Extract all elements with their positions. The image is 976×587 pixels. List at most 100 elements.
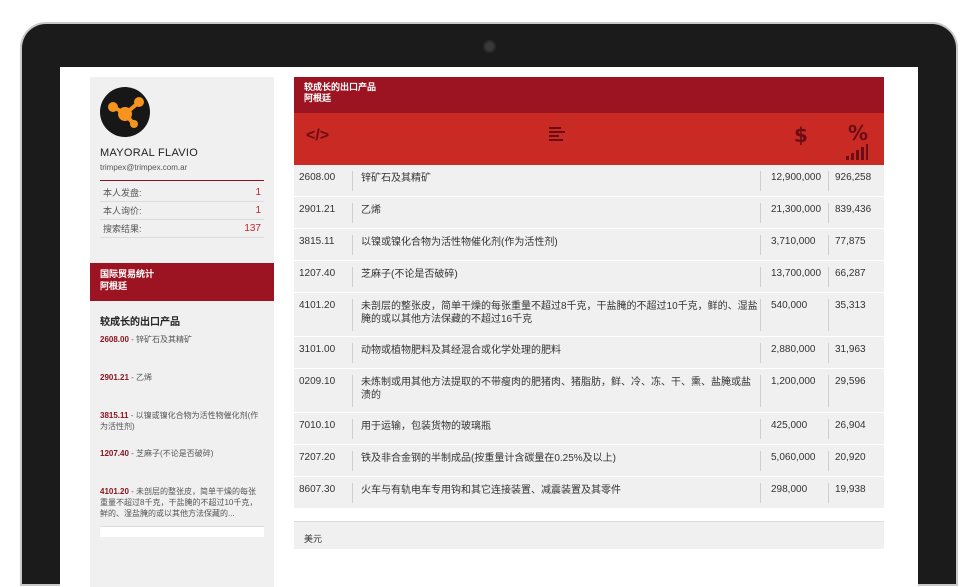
cell-desc: 铁及非合金钢的半制成品(按重量计含碳量在0.25%及以上) [352, 451, 760, 471]
cell-value: 21,300,000 [760, 203, 828, 223]
stat-label: 本人发盘: [103, 188, 142, 198]
stat-offers[interactable]: 本人发盘: 1 [100, 184, 264, 202]
cell-code: 3101.00 [299, 344, 336, 355]
stat-label: 搜索结果: [103, 224, 142, 234]
cell-code: 7207.20 [299, 452, 336, 463]
cell-code: 0209.10 [299, 376, 336, 387]
product-desc: - 锌矿石及其精矿 [128, 335, 193, 344]
product-desc: - 芝麻子(不论是否破碎) [128, 449, 214, 458]
stat-label: 本人询价: [103, 206, 142, 216]
table-row[interactable]: 2608.00 锌矿石及其精矿 12,900,000 926,258 [294, 165, 884, 197]
cell-desc: 用于运输，包装货物的玻璃瓶 [352, 419, 760, 439]
cell-code: 3815.11 [299, 236, 335, 247]
table-row[interactable]: 7207.20 铁及非合金钢的半制成品(按重量计含碳量在0.25%及以上) 5,… [294, 445, 884, 477]
cell-value: 298,000 [760, 483, 828, 503]
main-header-title: 较成长的出口产品 [304, 82, 377, 92]
cell-code: 2608.00 [299, 172, 336, 183]
table-row[interactable]: 2901.21 乙烯 21,300,000 839,436 [294, 197, 884, 229]
cell-pct: 77,875 [828, 235, 884, 255]
profile-name: MAYORAL FLAVIO [100, 147, 199, 159]
table-row[interactable]: 7010.10 用于运输，包装货物的玻璃瓶 425,000 26,904 [294, 413, 884, 445]
cell-pct: 29,596 [828, 375, 884, 407]
cell-desc: 乙烯 [352, 203, 760, 223]
cell-pct: 20,920 [828, 451, 884, 471]
cell-code: 4101.20 [299, 300, 336, 311]
main-header-country: 阿根廷 [304, 93, 332, 103]
sidebar-bottom-divider [100, 526, 264, 537]
cell-code: 2901.21 [299, 204, 336, 215]
screen: MAYORAL FLAVIO trimpex@trimpex.com.ar 本人… [60, 67, 918, 587]
product-code: 2608.00 [100, 335, 129, 344]
cell-value: 3,710,000 [760, 235, 828, 255]
main-panel: 较成长的出口产品 阿根廷 </> $ % 2608.00 锌矿石及其精矿 12,… [294, 77, 884, 587]
cell-pct: 66,287 [828, 267, 884, 287]
stat-inquiries[interactable]: 本人询价: 1 [100, 202, 264, 220]
table-row[interactable]: 8607.30 火车与有轨电车专用钩和其它连接装置、减震装置及其零件 298,0… [294, 477, 884, 509]
table-row[interactable]: 3101.00 动物或植物肥料及其经混合或化学处理的肥料 2,880,000 3… [294, 337, 884, 369]
cell-desc: 火车与有轨电车专用钩和其它连接装置、减震装置及其零件 [352, 483, 760, 503]
cell-value: 540,000 [760, 299, 828, 331]
currency-unit-label: 美元 [294, 521, 884, 549]
cell-value: 425,000 [760, 419, 828, 439]
cell-desc: 动物或植物肥料及其经混合或化学处理的肥料 [352, 343, 760, 363]
cell-pct: 35,313 [828, 299, 884, 331]
profile-email: trimpex@trimpex.com.ar [100, 163, 188, 172]
cell-code: 7010.10 [299, 420, 336, 431]
stat-value: 137 [244, 223, 261, 234]
profile-divider [100, 180, 264, 181]
code-icon[interactable]: </> [306, 127, 329, 145]
cell-desc: 锌矿石及其精矿 [352, 171, 760, 191]
sidebar-product-item[interactable]: 4101.20 - 未剖层的整张皮，简单干燥的每张重量不超过8千克，干盐腌的不超… [90, 486, 274, 522]
table-row[interactable]: 4101.20 未剖层的整张皮，简单干燥的每张重量不超过8千克，干盐腌的不超过1… [294, 293, 884, 337]
main-header: 较成长的出口产品 阿根廷 [294, 77, 884, 113]
bars-icon [846, 144, 868, 165]
sidebar-product-item[interactable]: 2901.21 - 乙烯 [90, 372, 274, 410]
cell-value: 5,060,000 [760, 451, 828, 471]
cell-value: 2,880,000 [760, 343, 828, 363]
percent-icon[interactable]: % [848, 121, 868, 145]
cell-value: 13,700,000 [760, 267, 828, 287]
laptop-frame: MAYORAL FLAVIO trimpex@trimpex.com.ar 本人… [22, 24, 956, 587]
products-table: 2608.00 锌矿石及其精矿 12,900,000 926,258 2901.… [294, 165, 884, 509]
lines-icon[interactable] [549, 127, 565, 146]
camera-icon [485, 42, 494, 51]
cell-pct: 926,258 [828, 171, 884, 191]
product-code: 3815.11 [100, 411, 129, 420]
sidebar-banner[interactable]: 国际贸易统计 阿根廷 [90, 263, 274, 301]
sidebar-banner-title: 国际贸易统计 [100, 269, 155, 279]
table-row[interactable]: 0209.10 未炼制或用其他方法提取的不带瘦肉的肥猪肉、猪脂肪，鲜、冷、冻、干… [294, 369, 884, 413]
stat-search-results[interactable]: 搜索结果: 137 [100, 220, 264, 238]
stat-value: 1 [255, 205, 261, 216]
cell-code: 1207.40 [299, 268, 336, 279]
cell-pct: 26,904 [828, 419, 884, 439]
cell-desc: 以镍或镍化合物为活性物催化剂(作为活性剂) [352, 235, 760, 255]
cell-pct: 19,938 [828, 483, 884, 503]
molecule-logo-icon [108, 97, 144, 128]
sidebar-banner-country: 阿根廷 [100, 281, 128, 291]
cell-value: 1,200,000 [760, 375, 828, 407]
table-row[interactable]: 1207.40 芝麻子(不论是否破碎) 13,700,000 66,287 [294, 261, 884, 293]
stat-value: 1 [255, 187, 261, 198]
cell-pct: 31,963 [828, 343, 884, 363]
product-code: 4101.20 [100, 487, 129, 496]
cell-desc: 芝麻子(不论是否破碎) [352, 267, 760, 287]
cell-pct: 839,436 [828, 203, 884, 223]
table-gap [294, 509, 884, 521]
sidebar-section-title: 较成长的出口产品 [100, 317, 180, 328]
sidebar-product-item[interactable]: 1207.40 - 芝麻子(不论是否破碎) [90, 448, 274, 486]
cell-desc: 未炼制或用其他方法提取的不带瘦肉的肥猪肉、猪脂肪，鲜、冷、冻、干、熏、盐腌或盐渍… [352, 375, 760, 407]
product-desc: - 乙烯 [128, 373, 153, 382]
sidebar: MAYORAL FLAVIO trimpex@trimpex.com.ar 本人… [90, 77, 274, 587]
column-icons-row: </> $ % [294, 113, 884, 165]
sidebar-product-item[interactable]: 3815.11 - 以镍或镍化合物为活性物催化剂(作为活性剂) [90, 410, 274, 448]
cell-value: 12,900,000 [760, 171, 828, 191]
dollar-icon[interactable]: $ [794, 123, 808, 147]
product-code: 1207.40 [100, 449, 129, 458]
cell-desc: 未剖层的整张皮，简单干燥的每张重量不超过8千克，干盐腌的不超过10千克，鲜的、湿… [352, 299, 760, 331]
cell-code: 8607.30 [299, 484, 336, 495]
profile-card: MAYORAL FLAVIO trimpex@trimpex.com.ar 本人… [90, 77, 274, 238]
product-code: 2901.21 [100, 373, 129, 382]
avatar[interactable] [100, 87, 150, 137]
table-row[interactable]: 3815.11 以镍或镍化合物为活性物催化剂(作为活性剂) 3,710,000 … [294, 229, 884, 261]
sidebar-product-item[interactable]: 2608.00 - 锌矿石及其精矿 [90, 334, 274, 372]
